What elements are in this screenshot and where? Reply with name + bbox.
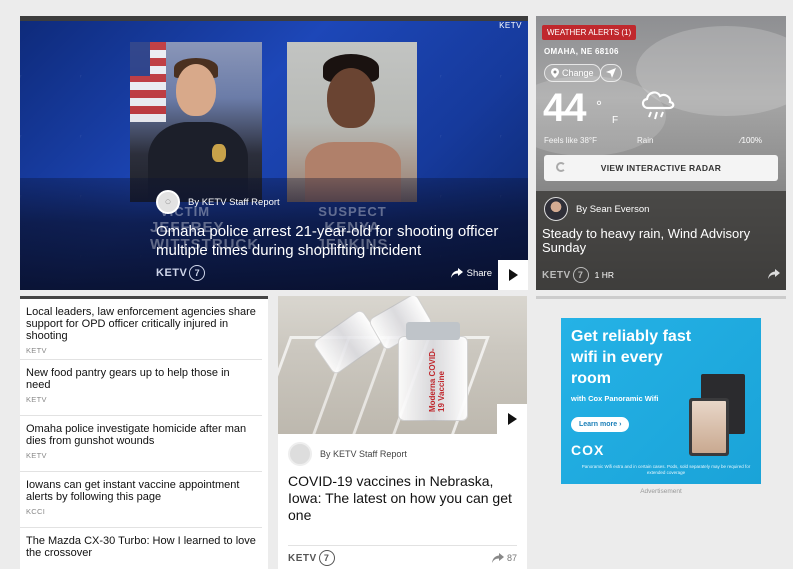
- location-pin-icon: [551, 68, 559, 78]
- feature-headline[interactable]: COVID-19 vaccines in Nebraska, Iowa: The…: [288, 473, 523, 524]
- ad-headline: Get reliably fast wifi in every room: [571, 328, 692, 387]
- locate-me-button[interactable]: [600, 64, 622, 82]
- play-icon: [507, 413, 517, 425]
- ad-fine-print: Panoramic Wifi extra and in certain case…: [581, 464, 751, 475]
- cox-ad[interactable]: Get reliably fast wifi in every room wit…: [561, 318, 761, 484]
- share-icon: [491, 553, 504, 563]
- condition-label: Rain: [637, 136, 654, 145]
- weather-author-avatar: [544, 197, 568, 221]
- story-list: Local leaders, law enforcement agencies …: [20, 296, 268, 569]
- share-label: Share: [466, 267, 492, 279]
- weather-footer: KETV 7 1 HR: [542, 266, 780, 284]
- change-location-button[interactable]: Change: [544, 64, 601, 82]
- story-source: KETV: [26, 346, 47, 355]
- feels-like: Feels like 38°F: [544, 136, 597, 145]
- story-title[interactable]: New food pantry gears up to help those i…: [26, 367, 256, 391]
- weather-alerts-badge[interactable]: WEATHER ALERTS (1): [542, 25, 637, 40]
- current-temperature: 44: [543, 86, 586, 130]
- police-badge-icon: [212, 144, 226, 162]
- weather-story-time: 1 HR: [594, 270, 615, 280]
- story-source: KCCI: [26, 507, 46, 516]
- weather-location: OMAHA, NE 68106: [544, 47, 619, 56]
- share-icon: [450, 268, 463, 278]
- hero-footer: KETV 7 Share: [156, 262, 528, 284]
- play-button[interactable]: [497, 404, 527, 434]
- rain-cloud-icon: [641, 91, 675, 120]
- degree-symbol: °: [596, 98, 602, 115]
- ketv-logo: KETV 7: [288, 550, 335, 566]
- hero-top-bar: [20, 16, 528, 21]
- ad-column: Get reliably fast wifi in every room wit…: [536, 296, 786, 569]
- feature-author-name: By KETV Staff Report: [320, 449, 407, 459]
- view-radar-button[interactable]: VIEW INTERACTIVE RADAR: [544, 155, 778, 181]
- temperature-unit: F: [612, 115, 619, 126]
- author-avatar: [288, 442, 312, 466]
- ketv-logo: KETV 7: [156, 265, 206, 281]
- weather-share-button[interactable]: [768, 269, 780, 281]
- hero-author-name: By KETV Staff Report: [188, 196, 280, 208]
- vial-label: Moderna COVID-19 Vaccine: [428, 348, 446, 412]
- hero-headline[interactable]: Omaha police arrest 21-year-old for shoo…: [156, 222, 516, 260]
- story-title[interactable]: Iowans can get instant vaccine appointme…: [26, 479, 256, 503]
- vaccine-image: Moderna COVID-19 Vaccine: [278, 296, 527, 434]
- cox-logo: COX: [571, 442, 605, 458]
- list-item[interactable]: Local leaders, law enforcement agencies …: [20, 299, 262, 360]
- hero-source-label: KETV: [499, 21, 522, 30]
- story-title[interactable]: The Mazda CX-30 Turbo: How I learned to …: [26, 535, 256, 559]
- precipitation-chance: ⁄100%: [740, 136, 762, 145]
- ketv-logo: KETV 7: [542, 267, 589, 283]
- story-source: KETV: [26, 395, 47, 404]
- story-title[interactable]: Omaha police investigate homicide after …: [26, 423, 256, 447]
- share-icon: [768, 269, 780, 279]
- weather-author-name: By Sean Everson: [576, 203, 650, 215]
- ad-learn-more-button[interactable]: Learn more ›: [571, 417, 630, 432]
- radar-icon: [556, 162, 566, 172]
- tablet-device: [689, 398, 729, 456]
- weather-headline[interactable]: Steady to heavy rain, Wind Advisory Sund…: [542, 227, 782, 255]
- story-source: KETV: [26, 451, 47, 460]
- weather-widget: WEATHER ALERTS (1) OMAHA, NE 68106 Chang…: [536, 16, 786, 290]
- share-button[interactable]: Share: [450, 267, 492, 279]
- flag-graphic: [130, 42, 166, 122]
- share-count: 87: [506, 553, 517, 563]
- weather-author[interactable]: By Sean Everson: [544, 197, 649, 221]
- list-item[interactable]: Iowans can get instant vaccine appointme…: [20, 472, 262, 528]
- locate-arrow-icon: [606, 68, 616, 78]
- story-title[interactable]: Local leaders, law enforcement agencies …: [26, 306, 256, 342]
- play-icon: [508, 269, 518, 281]
- radar-button-label: VIEW INTERACTIVE RADAR: [600, 163, 722, 173]
- feature-author[interactable]: By KETV Staff Report: [288, 442, 407, 466]
- hero-author[interactable]: ○ By KETV Staff Report: [156, 190, 280, 214]
- hero-story[interactable]: KETV VICTIM JEFFREY WITTSTRUCK SUSPECT K…: [20, 16, 528, 290]
- list-item[interactable]: New food pantry gears up to help those i…: [20, 360, 262, 416]
- advertisement-label: Advertisement: [640, 488, 682, 495]
- feature-share-button[interactable]: 87: [491, 553, 517, 563]
- play-button[interactable]: [498, 260, 528, 290]
- list-item[interactable]: The Mazda CX-30 Turbo: How I learned to …: [20, 528, 262, 569]
- change-label: Change: [562, 68, 594, 78]
- feature-footer: KETV 7 87: [288, 545, 517, 566]
- page: KETV VICTIM JEFFREY WITTSTRUCK SUSPECT K…: [0, 0, 793, 569]
- author-avatar: ○: [156, 190, 180, 214]
- list-item[interactable]: Omaha police investigate homicide after …: [20, 416, 262, 472]
- ad-subtitle: with Cox Panoramic Wifi: [571, 394, 659, 403]
- feature-story[interactable]: Moderna COVID-19 Vaccine By KETV Staff R…: [278, 296, 527, 569]
